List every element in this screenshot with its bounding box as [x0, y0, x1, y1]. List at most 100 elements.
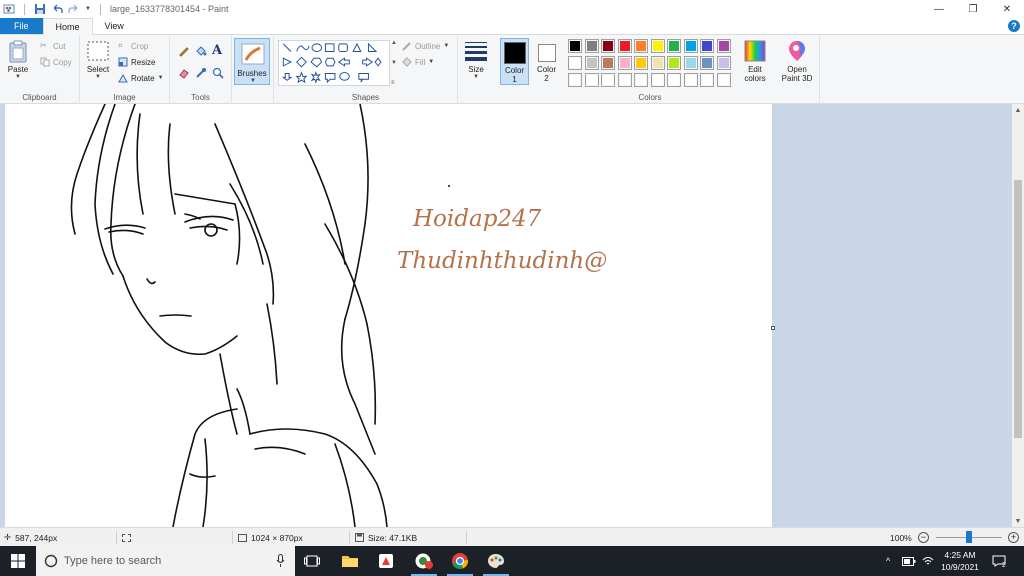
cut-label: Cut — [53, 41, 66, 51]
color-swatch[interactable] — [617, 73, 632, 87]
customize-quick-access-icon[interactable]: ▼ — [85, 6, 91, 12]
taskbar-office-app[interactable] — [369, 546, 403, 576]
color-swatch[interactable] — [584, 73, 599, 87]
color-swatch[interactable] — [683, 39, 698, 53]
taskbar-search-box[interactable]: Type here to search — [36, 546, 295, 576]
color-swatch[interactable] — [601, 39, 615, 53]
help-icon[interactable]: ? — [1008, 20, 1020, 32]
shapes-gallery-scroll[interactable]: ▲ ▼ ≡ — [391, 40, 397, 86]
text-tool-icon[interactable]: A — [212, 43, 222, 58]
start-button[interactable] — [0, 546, 36, 576]
shapes-gallery[interactable] — [278, 40, 390, 86]
undo-icon[interactable] — [51, 3, 63, 15]
color-swatch[interactable] — [601, 73, 615, 87]
rotate-button[interactable]: Rotate ▼ — [118, 73, 164, 83]
battery-icon — [902, 556, 916, 566]
magnifier-icon[interactable] — [212, 67, 224, 79]
color-swatch[interactable] — [650, 56, 665, 70]
paste-dropdown-icon: ▼ — [15, 74, 21, 80]
zoom-in-button[interactable]: + — [1008, 528, 1019, 547]
tab-view[interactable]: View — [93, 18, 136, 34]
color-swatch[interactable] — [683, 73, 698, 87]
tab-file[interactable]: File — [0, 18, 43, 34]
color-swatch[interactable] — [568, 73, 582, 87]
color-swatch[interactable] — [568, 39, 582, 53]
fill-bucket-icon[interactable] — [195, 45, 207, 57]
color-swatch-fill — [603, 75, 613, 85]
maximize-button[interactable]: ❐ — [956, 0, 990, 18]
edit-colors-button[interactable]: Edit colors — [738, 39, 772, 83]
color-swatch[interactable] — [584, 56, 599, 70]
scrollbar-thumb[interactable] — [1014, 180, 1022, 438]
cut-button[interactable]: ✂ Cut — [40, 41, 65, 51]
show-hidden-icons-button[interactable]: ^ — [886, 546, 890, 576]
save-icon[interactable] — [34, 3, 46, 15]
drawing-canvas[interactable]: Hoidap247 Thudinhthudinh@ — [5, 104, 772, 527]
outline-button[interactable]: Outline ▼ — [402, 41, 449, 51]
color-swatch[interactable] — [700, 56, 714, 70]
color-swatch[interactable] — [634, 56, 648, 70]
task-view-button[interactable] — [295, 546, 329, 576]
resize-button[interactable]: Resize — [118, 57, 155, 67]
vertical-scrollbar[interactable]: ▲ ▼ — [1012, 104, 1024, 527]
color-swatch[interactable] — [667, 73, 681, 87]
color-swatch[interactable] — [634, 73, 648, 87]
battery-status[interactable] — [902, 546, 916, 576]
close-button[interactable]: ✕ — [990, 0, 1024, 18]
color-swatch[interactable] — [650, 73, 665, 87]
zoom-out-button[interactable]: − — [918, 528, 929, 547]
action-center-button[interactable]: 2 — [992, 546, 1006, 576]
color-swatch[interactable] — [667, 39, 681, 53]
taskbar-paint[interactable] — [479, 546, 513, 576]
open-paint3d-button[interactable]: Open Paint 3D — [776, 39, 818, 83]
color-swatch[interactable] — [601, 56, 615, 70]
microphone-icon[interactable] — [276, 554, 285, 568]
copy-button[interactable]: Copy — [40, 57, 72, 67]
color-swatch[interactable] — [700, 39, 714, 53]
color2-button[interactable]: Color 2 — [532, 38, 561, 85]
pencil-icon[interactable] — [178, 45, 190, 57]
colors-group: Colors — [564, 35, 736, 104]
rotate-dropdown-icon: ▼ — [157, 75, 164, 81]
tab-home[interactable]: Home — [42, 18, 93, 35]
scroll-down-arrow-icon[interactable]: ▼ — [1012, 515, 1024, 527]
color-swatch[interactable] — [716, 73, 731, 87]
color-swatch[interactable] — [650, 39, 665, 53]
color-swatch[interactable] — [716, 39, 731, 53]
color-swatch[interactable] — [568, 56, 582, 70]
color-swatch[interactable] — [667, 56, 681, 70]
status-divider — [466, 531, 467, 544]
folder-icon — [342, 556, 358, 567]
taskbar-coccoc-browser[interactable] — [407, 546, 441, 576]
network-status[interactable] — [922, 546, 934, 576]
color-swatch[interactable] — [617, 39, 632, 53]
color-picker-icon[interactable] — [195, 67, 207, 79]
paste-button[interactable]: Paste ▼ — [6, 39, 30, 80]
color-swatch[interactable] — [700, 73, 714, 87]
color-swatch[interactable] — [683, 56, 698, 70]
eraser-icon[interactable] — [178, 67, 190, 79]
fill-button[interactable]: Fill ▼ — [402, 57, 434, 67]
crop-button[interactable]: ⌗ Crop — [118, 41, 148, 51]
color-swatch[interactable] — [634, 39, 648, 53]
color-swatch[interactable] — [584, 39, 599, 53]
zoom-slider-thumb[interactable] — [966, 531, 972, 543]
color-swatch[interactable] — [716, 56, 731, 70]
zoom-in-icon: + — [1008, 532, 1019, 543]
color1-button[interactable]: Color 1 — [500, 38, 529, 85]
canvas-resize-handle[interactable] — [771, 326, 775, 330]
taskbar-clock[interactable]: 4:25 AM 10/9/2021 — [935, 549, 985, 573]
color-swatch[interactable] — [617, 56, 632, 70]
taskbar-file-explorer[interactable] — [333, 546, 367, 576]
brushes-group: Brushes ▼ — [232, 35, 274, 104]
window-title: large_1633778301454 - Paint — [109, 4, 229, 14]
redo-icon[interactable] — [68, 3, 80, 15]
brushes-button[interactable]: Brushes ▼ — [234, 38, 270, 85]
brushes-label: Brushes — [237, 69, 267, 78]
taskbar-chrome[interactable] — [443, 546, 477, 576]
scroll-up-arrow-icon[interactable]: ▲ — [1012, 104, 1024, 116]
select-button[interactable]: Select ▼ — [86, 39, 110, 80]
minimize-button[interactable]: — — [922, 0, 956, 18]
size-button[interactable]: Size ▼ — [464, 39, 488, 80]
title-separator — [99, 3, 101, 15]
